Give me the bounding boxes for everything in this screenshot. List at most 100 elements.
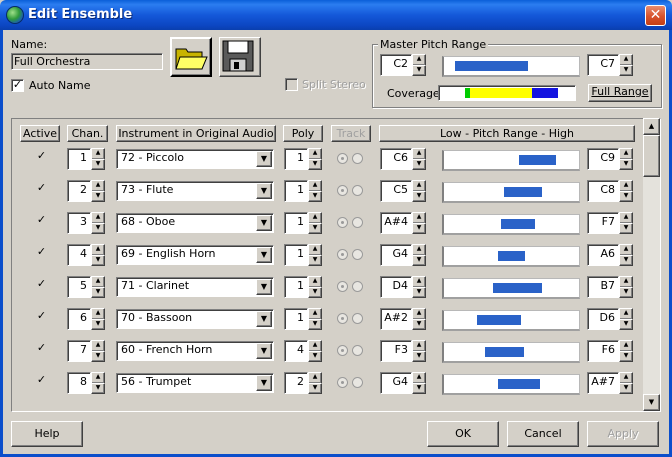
save-button[interactable] [219, 37, 261, 77]
row-low-pitch-spinner[interactable]: ▲ ▼ [412, 276, 426, 298]
cancel-button[interactable]: Cancel [507, 421, 579, 447]
row-channel-value[interactable]: 5 [67, 276, 91, 298]
spin-down-icon[interactable]: ▼ [308, 287, 322, 298]
spin-down-icon[interactable]: ▼ [91, 159, 105, 170]
row-pitch-range-bar[interactable] [519, 155, 556, 165]
spin-down-icon[interactable]: ▼ [91, 287, 105, 298]
spin-up-icon[interactable]: ▲ [619, 54, 633, 65]
spin-down-icon[interactable]: ▼ [308, 159, 322, 170]
row-pitch-range-slider[interactable] [442, 310, 580, 331]
row-poly-value[interactable]: 1 [284, 180, 308, 202]
row-high-pitch-value[interactable]: F7 [587, 212, 619, 234]
row-pitch-range-slider[interactable] [442, 214, 580, 235]
row-high-pitch-spinner[interactable]: ▲ ▼ [619, 148, 633, 170]
row-channel-spinner[interactable]: ▲ ▼ [91, 180, 105, 202]
row-poly-spinner[interactable]: ▲ ▼ [308, 276, 322, 298]
row-low-pitch-value[interactable]: D4 [380, 276, 412, 298]
spin-down-icon[interactable]: ▼ [412, 159, 426, 170]
spin-down-icon[interactable]: ▼ [412, 383, 426, 394]
row-channel-value[interactable]: 8 [67, 372, 91, 394]
row-high-pitch-value[interactable]: C8 [587, 180, 619, 202]
row-track-radio-right[interactable] [352, 281, 363, 292]
spin-down-icon[interactable]: ▼ [619, 191, 633, 202]
row-channel-value[interactable]: 2 [67, 180, 91, 202]
row-track-radio-left[interactable] [337, 345, 348, 356]
row-low-pitch-value[interactable]: A#4 [380, 212, 412, 234]
spin-down-icon[interactable]: ▼ [412, 287, 426, 298]
spin-up-icon[interactable]: ▲ [91, 180, 105, 191]
spin-down-icon[interactable]: ▼ [91, 351, 105, 362]
spin-up-icon[interactable]: ▲ [619, 340, 633, 351]
chevron-down-icon[interactable]: ▼ [256, 183, 272, 199]
spin-up-icon[interactable]: ▲ [91, 212, 105, 223]
spin-down-icon[interactable]: ▼ [308, 255, 322, 266]
row-pitch-range-slider[interactable] [442, 342, 580, 363]
row-pitch-range-bar[interactable] [504, 187, 542, 197]
row-active-checkbox[interactable]: ✓ [35, 278, 48, 292]
row-poly-value[interactable]: 1 [284, 212, 308, 234]
row-channel-spinner[interactable]: ▲ ▼ [91, 340, 105, 362]
master-high-pitch-spinner[interactable]: ▲ ▼ [619, 54, 633, 76]
spin-up-icon[interactable]: ▲ [412, 148, 426, 159]
row-track-radio-left[interactable] [337, 153, 348, 164]
spin-up-icon[interactable]: ▲ [308, 308, 322, 319]
row-low-pitch-spinner[interactable]: ▲ ▼ [412, 148, 426, 170]
ok-button[interactable]: OK [427, 421, 499, 447]
row-channel-value[interactable]: 3 [67, 212, 91, 234]
row-active-checkbox[interactable]: ✓ [35, 246, 48, 260]
row-track-radio-left[interactable] [337, 217, 348, 228]
row-channel-spinner[interactable]: ▲ ▼ [91, 148, 105, 170]
row-active-checkbox[interactable]: ✓ [35, 342, 48, 356]
row-channel-spinner[interactable]: ▲ ▼ [91, 372, 105, 394]
row-poly-spinner[interactable]: ▲ ▼ [308, 308, 322, 330]
row-pitch-range-slider[interactable] [442, 374, 580, 395]
spin-down-icon[interactable]: ▼ [91, 255, 105, 266]
spin-up-icon[interactable]: ▲ [619, 212, 633, 223]
row-high-pitch-spinner[interactable]: ▲ ▼ [619, 372, 633, 394]
row-low-pitch-value[interactable]: A#2 [380, 308, 412, 330]
row-pitch-range-bar[interactable] [498, 251, 525, 261]
spin-down-icon[interactable]: ▼ [308, 383, 322, 394]
spin-up-icon[interactable]: ▲ [412, 372, 426, 383]
spin-down-icon[interactable]: ▼ [412, 255, 426, 266]
row-pitch-range-bar[interactable] [498, 379, 540, 389]
spin-down-icon[interactable]: ▼ [308, 351, 322, 362]
row-pitch-range-slider[interactable] [442, 278, 580, 299]
spin-up-icon[interactable]: ▲ [91, 372, 105, 383]
spin-down-icon[interactable]: ▼ [308, 191, 322, 202]
row-pitch-range-bar[interactable] [493, 283, 542, 293]
row-active-checkbox[interactable]: ✓ [35, 374, 48, 388]
row-low-pitch-value[interactable]: G4 [380, 372, 412, 394]
row-channel-spinner[interactable]: ▲ ▼ [91, 244, 105, 266]
row-poly-value[interactable]: 1 [284, 244, 308, 266]
row-poly-value[interactable]: 1 [284, 148, 308, 170]
auto-name-checkbox[interactable]: ✓ [11, 79, 24, 92]
row-track-radio-right[interactable] [352, 313, 363, 324]
row-poly-spinner[interactable]: ▲ ▼ [308, 180, 322, 202]
row-poly-value[interactable]: 1 [284, 276, 308, 298]
row-track-radio-left[interactable] [337, 185, 348, 196]
spin-down-icon[interactable]: ▼ [619, 351, 633, 362]
scroll-up-icon[interactable]: ▲ [643, 118, 660, 135]
spin-down-icon[interactable]: ▼ [619, 383, 633, 394]
chevron-down-icon[interactable]: ▼ [256, 215, 272, 231]
row-pitch-range-bar[interactable] [485, 347, 524, 357]
row-high-pitch-value[interactable]: F6 [587, 340, 619, 362]
row-low-pitch-value[interactable]: F3 [380, 340, 412, 362]
table-scrollbar[interactable]: ▲ ▼ [643, 118, 660, 411]
row-poly-value[interactable]: 4 [284, 340, 308, 362]
row-instrument-select[interactable]: 69 - English Horn ▼ [116, 245, 274, 265]
spin-up-icon[interactable]: ▲ [308, 276, 322, 287]
row-active-checkbox[interactable]: ✓ [35, 310, 48, 324]
row-low-pitch-spinner[interactable]: ▲ ▼ [412, 244, 426, 266]
row-poly-value[interactable]: 2 [284, 372, 308, 394]
spin-down-icon[interactable]: ▼ [619, 65, 633, 76]
row-track-radio-left[interactable] [337, 313, 348, 324]
spin-down-icon[interactable]: ▼ [412, 351, 426, 362]
row-low-pitch-value[interactable]: C5 [380, 180, 412, 202]
master-range-slider[interactable] [442, 56, 580, 77]
row-active-checkbox[interactable]: ✓ [35, 214, 48, 228]
row-track-radio-right[interactable] [352, 153, 363, 164]
spin-down-icon[interactable]: ▼ [619, 159, 633, 170]
row-poly-spinner[interactable]: ▲ ▼ [308, 212, 322, 234]
